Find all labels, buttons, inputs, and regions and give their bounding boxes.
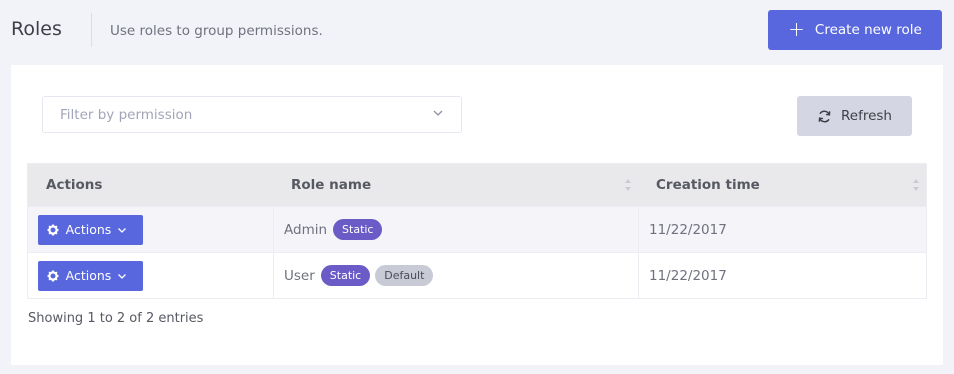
permission-filter-placeholder: Filter by permission — [60, 106, 193, 123]
table-header: Actions Role name Creation time — [28, 164, 926, 206]
sort-icon — [913, 179, 919, 191]
plus-icon: + — [788, 16, 805, 41]
create-new-role-label: Create new role — [814, 22, 922, 38]
gear-icon — [47, 270, 59, 281]
header-separator — [91, 13, 92, 47]
role-name: User — [284, 267, 315, 284]
role-name-cell: User Static Default — [273, 253, 638, 298]
chevron-down-icon — [118, 227, 127, 233]
column-header-actions: Actions — [28, 164, 273, 206]
refresh-label: Refresh — [841, 108, 892, 124]
page-header: Roles Use roles to group permissions. + … — [0, 0, 954, 64]
page-description: Use roles to group permissions. — [110, 23, 323, 39]
creation-time-cell: 11/22/2017 — [638, 207, 926, 252]
permission-filter-select[interactable]: Filter by permission — [42, 96, 462, 133]
column-header-label: Creation time — [656, 177, 760, 193]
table-info: Showing 1 to 2 of 2 entries — [28, 311, 204, 326]
column-header-creation-time[interactable]: Creation time — [638, 164, 926, 206]
row-actions-button[interactable]: Actions — [38, 214, 143, 245]
row-actions-label: Actions — [65, 268, 112, 283]
actions-cell: Actions — [28, 253, 273, 298]
page-title: Roles — [11, 18, 62, 40]
column-header-role-name[interactable]: Role name — [273, 164, 638, 206]
roles-table: Actions Role name Creation time Actions … — [27, 163, 927, 299]
chevron-down-icon — [118, 273, 127, 279]
table-row: Actions User Static Default 11/22/2017 — [28, 252, 926, 298]
static-badge: Static — [320, 265, 371, 286]
actions-cell: Actions — [28, 207, 273, 252]
role-name: Admin — [284, 221, 328, 238]
column-header-label: Actions — [46, 177, 103, 193]
refresh-icon — [818, 110, 831, 122]
column-header-label: Role name — [291, 177, 372, 193]
row-actions-button[interactable]: Actions — [38, 260, 143, 291]
chevron-down-icon — [433, 110, 443, 116]
row-actions-label: Actions — [65, 222, 112, 237]
role-name-cell: Admin Static — [273, 207, 638, 252]
roles-portlet: Filter by permission Refresh Actions Rol… — [11, 65, 943, 365]
static-badge: Static — [333, 219, 383, 240]
default-badge: Default — [375, 265, 434, 286]
refresh-button[interactable]: Refresh — [797, 96, 912, 136]
table-row: Actions Admin Static 11/22/2017 — [28, 206, 926, 252]
gear-icon — [47, 224, 59, 235]
sort-icon — [625, 179, 631, 191]
create-new-role-button[interactable]: + Create new role — [768, 10, 942, 50]
creation-time-cell: 11/22/2017 — [638, 253, 926, 298]
